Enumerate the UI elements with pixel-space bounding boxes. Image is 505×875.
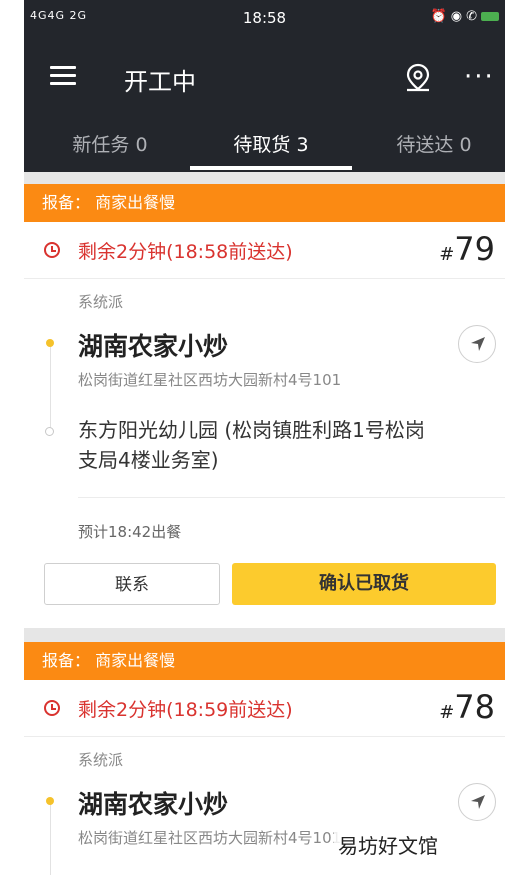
store-address: 松岗街道红星社区西坊大园新村4号101: [78, 371, 342, 389]
confirm-pickup-button[interactable]: 确认已取货: [232, 563, 496, 605]
active-tab-indicator: [190, 166, 352, 170]
tab-new-tasks[interactable]: 新任务 0: [30, 130, 190, 157]
pickup-dot-icon: [46, 339, 54, 347]
route-timeline: [50, 801, 51, 875]
section-gap: [24, 172, 505, 184]
store-name: 湖南农家小炒: [78, 790, 229, 819]
tab-to-deliver[interactable]: 待送达 0: [354, 130, 505, 157]
order-tabs: 新任务 0 待取货 3 待送达 0: [24, 122, 505, 172]
dispatch-type: 系统派: [78, 751, 124, 769]
app-header: 开工中 ··· 新任务 0 待取货 3 待送达 0: [24, 36, 505, 172]
status-bar: 4G4G 2G 18:58 ⏰ ◉ ✆: [24, 0, 505, 36]
status-icons: ⏰ ◉ ✆: [431, 9, 499, 24]
more-options-icon[interactable]: ···: [464, 64, 495, 90]
page-title: 开工中: [124, 68, 196, 96]
screen-bezel: [0, 0, 24, 875]
order-hash: #: [439, 702, 455, 723]
app-screen: 4G4G 2G 18:58 ⏰ ◉ ✆ 开工中 ··· 新任务 0 待取货 3 …: [24, 0, 505, 875]
deadline-text: 剩余2分钟(18:58前送达): [78, 241, 293, 263]
store-address: 松岗街道红星社区西坊大园新村4号101: [78, 829, 342, 847]
order-number: #79: [439, 230, 495, 268]
menu-icon[interactable]: [50, 66, 76, 86]
order-details: 系统派 湖南农家小炒 松岗街道红星社区西坊大园新村4号101 东方阳光幼儿园 (…: [24, 279, 505, 629]
deadline-text: 剩余2分钟(18:59前送达): [78, 699, 293, 721]
watermark-text: 易坊好文馆: [334, 828, 442, 861]
dropoff-dot-icon: [45, 427, 54, 436]
order-number-value: 78: [454, 688, 495, 726]
report-notice: 报备： 商家出餐慢: [24, 642, 505, 680]
order-number: #78: [439, 688, 495, 726]
dispatch-type: 系统派: [78, 293, 124, 311]
navigation-icon[interactable]: [458, 325, 496, 363]
store-name: 湖南农家小炒: [78, 332, 229, 361]
route-timeline: [50, 343, 51, 431]
pickup-eta: 预计18:42出餐: [78, 523, 182, 541]
report-notice: 报备： 商家出餐慢: [24, 184, 505, 222]
order-number-value: 79: [454, 230, 495, 268]
call-hd-icon: ✆: [466, 9, 477, 24]
order-hash: #: [439, 244, 455, 265]
battery-icon: [481, 12, 499, 21]
clock-icon: [44, 700, 60, 716]
divider: [78, 497, 505, 498]
contact-button[interactable]: 联系: [44, 563, 220, 605]
map-pin-icon[interactable]: [402, 62, 434, 94]
tab-to-pickup[interactable]: 待取货 3: [191, 130, 351, 157]
section-gap: [24, 628, 505, 642]
pickup-dot-icon: [46, 797, 54, 805]
deadline-row: 剩余2分钟(18:59前送达) #78: [24, 680, 505, 737]
location-icon: ◉: [450, 9, 463, 24]
order-card[interactable]: 报备： 商家出餐慢 剩余2分钟(18:58前送达) #79 系统派 湖南农家小炒…: [24, 184, 505, 628]
clock-icon: [44, 242, 60, 258]
deadline-row: 剩余2分钟(18:58前送达) #79: [24, 222, 505, 279]
destination-address: 东方阳光幼儿园 (松岗镇胜利路1号松岗支局4楼业务室): [78, 418, 425, 472]
alarm-icon: ⏰: [430, 9, 447, 24]
navigation-icon[interactable]: [458, 783, 496, 821]
